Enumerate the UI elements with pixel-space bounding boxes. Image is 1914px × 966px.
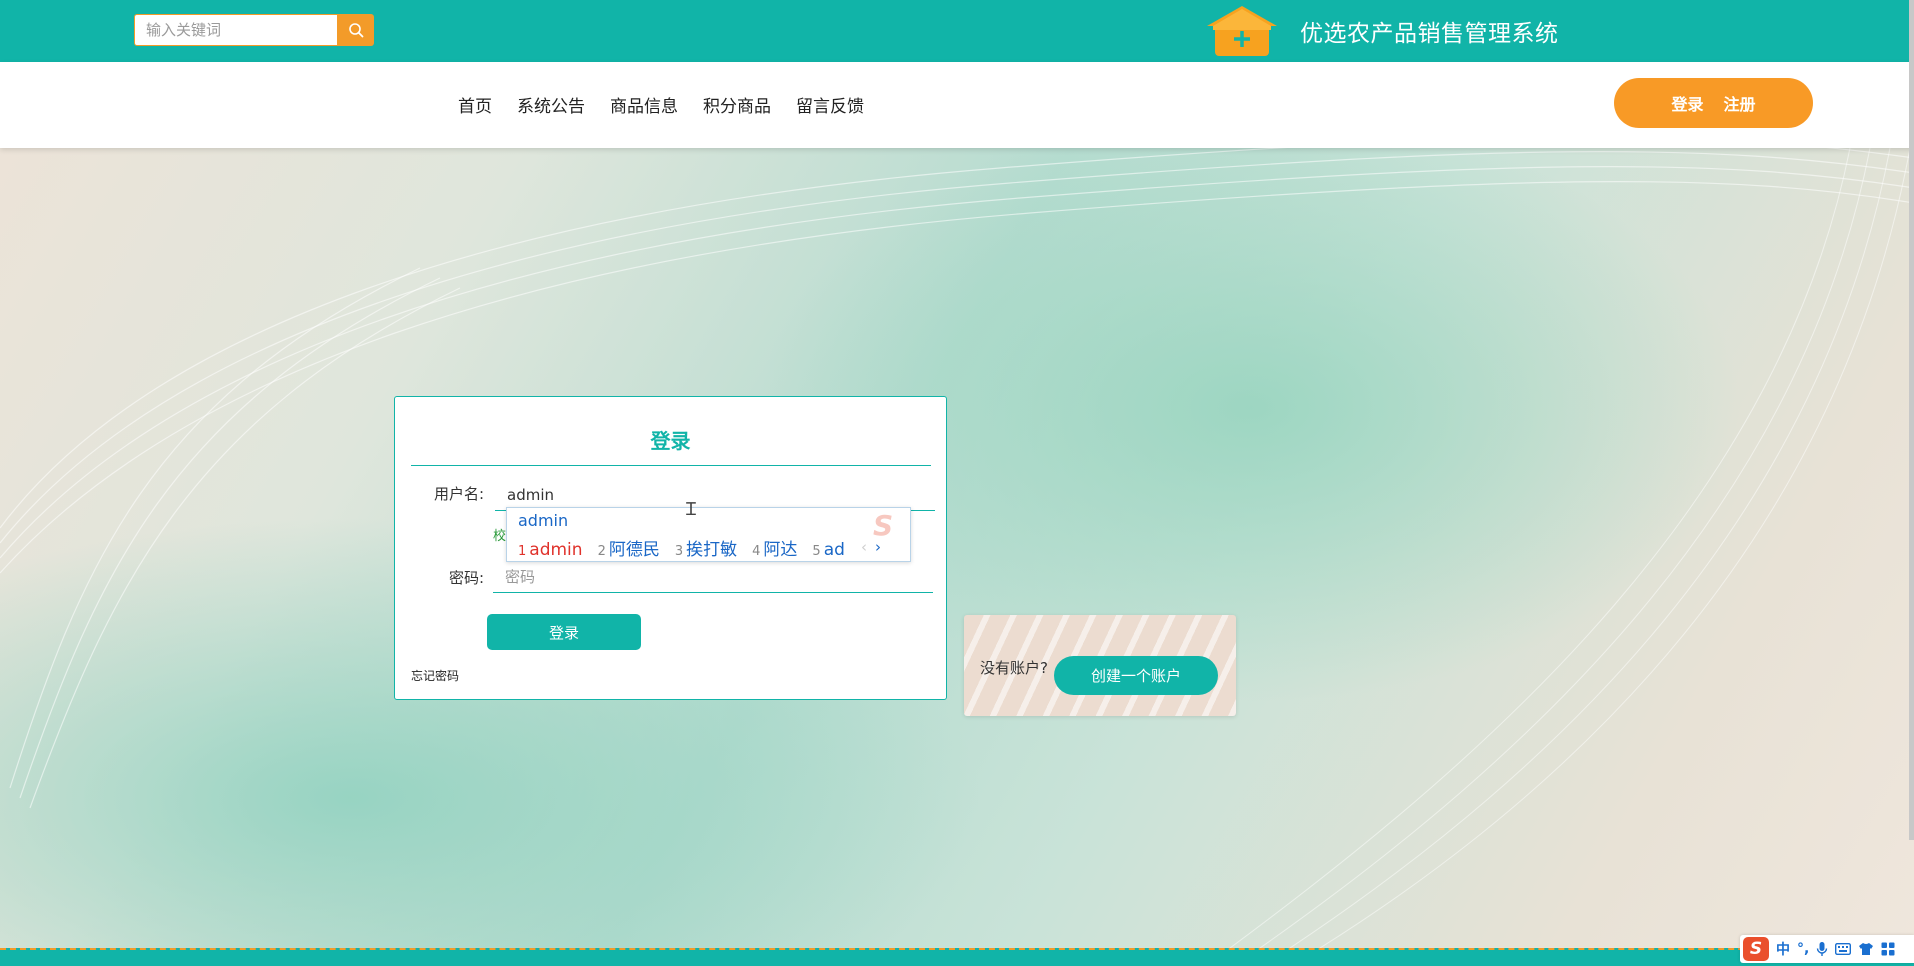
ime-pager: ‹ › — [861, 538, 881, 556]
hero-background — [0, 148, 1914, 948]
login-title: 登录 — [650, 429, 691, 453]
login-register-button[interactable]: 登录 注册 — [1614, 78, 1813, 128]
nav-menu: 首页 系统公告 商品信息 积分商品 留言反馈 — [458, 92, 864, 117]
toolbox-grid-icon[interactable] — [1881, 942, 1895, 956]
search-icon — [349, 23, 364, 38]
ime-candidate[interactable]: 5 ad — [812, 540, 845, 560]
ime-toolbar: S 中 °, — [1740, 935, 1914, 963]
ime-candidate[interactable]: 2 阿德民 — [598, 535, 660, 560]
nav-register-link[interactable]: 注册 — [1724, 91, 1756, 115]
ime-candidate-list: 1 admin 2 阿德民 3 挨打敏 4 阿达 5 ad — [518, 535, 845, 560]
username-label: 用户名: — [434, 485, 485, 503]
forgot-password-link[interactable]: 忘记密码 — [411, 667, 459, 684]
nav-item-feedback[interactable]: 留言反馈 — [796, 92, 864, 117]
login-submit-button[interactable]: 登录 — [487, 614, 641, 650]
no-account-text: 没有账户? — [980, 659, 1048, 677]
nav-item-products[interactable]: 商品信息 — [610, 92, 678, 117]
ime-candidate[interactable]: 3 挨打敏 — [675, 535, 737, 560]
ime-mode-toggle[interactable]: 中 — [1776, 939, 1790, 959]
create-account-button[interactable]: 创建一个账户 — [1054, 656, 1218, 695]
search-button[interactable] — [338, 14, 374, 46]
password-label: 密码: — [449, 569, 485, 587]
skin-shirt-icon[interactable] — [1858, 942, 1874, 956]
house-plus-logo-icon — [1207, 6, 1277, 56]
text-cursor-icon: Ɪ — [686, 499, 697, 520]
nav-item-home[interactable]: 首页 — [458, 92, 492, 117]
ime-punctuation-toggle[interactable]: °, — [1797, 941, 1809, 957]
page-scrollbar[interactable] — [1909, 0, 1914, 840]
nav-item-points-products[interactable]: 积分商品 — [703, 92, 771, 117]
footer-strip — [0, 948, 1914, 966]
ime-next-page-icon[interactable]: › — [875, 538, 881, 556]
username-hint: 校 — [493, 529, 507, 544]
keyboard-icon[interactable] — [1835, 943, 1852, 955]
top-bar: 优选农产品销售管理系统 — [0, 0, 1914, 62]
ime-candidate[interactable]: 1 admin — [518, 540, 583, 560]
nav-bar: 首页 系统公告 商品信息 积分商品 留言反馈 登录 注册 — [0, 62, 1914, 148]
nav-login-link[interactable]: 登录 — [1671, 91, 1703, 115]
title-divider — [411, 465, 931, 466]
register-card: 没有账户? 创建一个账户 — [964, 615, 1236, 716]
microphone-icon[interactable] — [1816, 941, 1828, 957]
decorative-waves — [0, 148, 1914, 948]
search-input[interactable] — [134, 14, 338, 46]
password-input[interactable] — [493, 561, 933, 593]
ime-composition-text: admin — [518, 511, 569, 530]
sogou-toolbar-logo-icon[interactable]: S — [1743, 937, 1769, 961]
site-title: 优选农产品销售管理系统 — [1300, 21, 1559, 47]
ime-candidate[interactable]: 4 阿达 — [752, 535, 797, 560]
nav-item-announcements[interactable]: 系统公告 — [517, 92, 585, 117]
ime-prev-page-icon[interactable]: ‹ — [861, 538, 867, 556]
ime-candidate-popup: admin S 1 admin 2 阿德民 3 挨打敏 4 阿达 5 ad ‹ › — [506, 507, 911, 562]
